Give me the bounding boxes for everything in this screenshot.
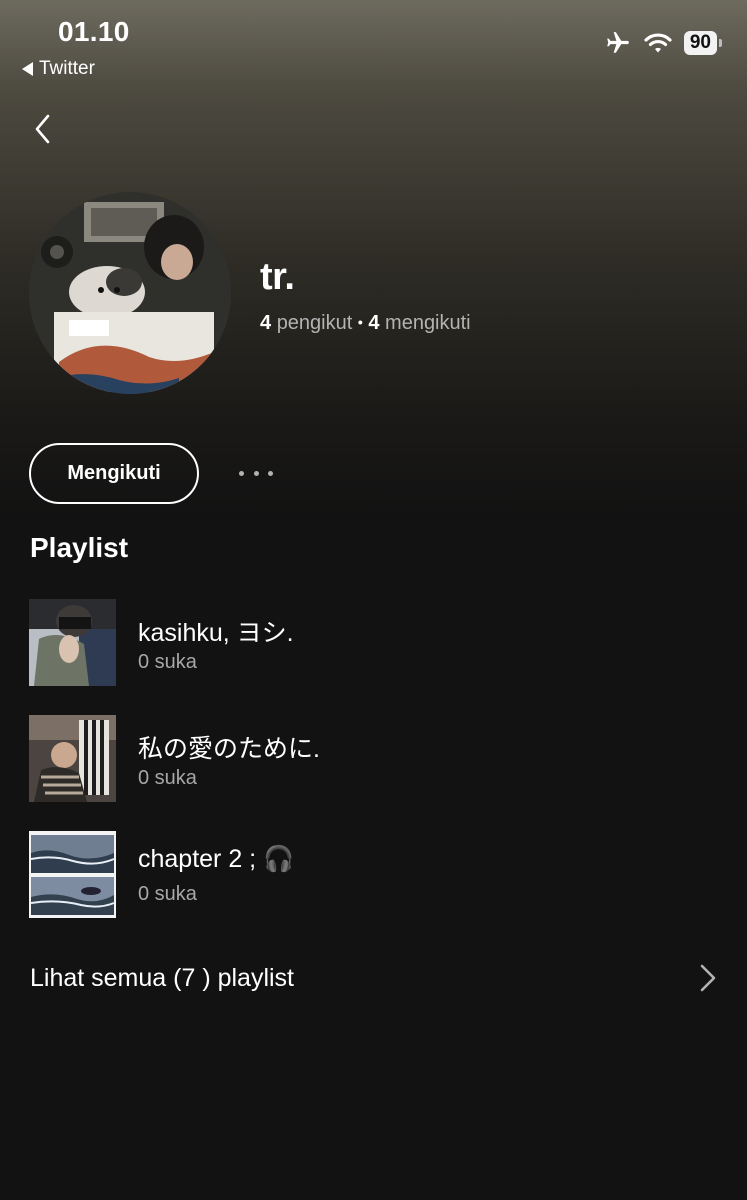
back-to-app-link[interactable]: Twitter — [22, 58, 95, 80]
playlist-likes: 0 suka — [138, 883, 197, 905]
battery-icon: 90 — [683, 31, 723, 55]
following-button[interactable]: Mengikuti — [29, 443, 199, 504]
back-button[interactable] — [28, 110, 68, 150]
status-icons: 90 — [604, 30, 723, 56]
wifi-icon — [644, 33, 672, 53]
airplane-icon — [607, 32, 629, 53]
following-count: 4 — [368, 312, 380, 334]
playlist-cover — [29, 715, 116, 802]
more-dots-icon — [268, 470, 273, 476]
playlist-likes: 0 suka — [138, 651, 197, 673]
playlist-item[interactable]: 私の愛のために. 0 suka — [29, 715, 719, 803]
profile-avatar — [29, 192, 231, 394]
playlist-cover — [29, 599, 116, 686]
profile-stats: 4 pengikut • 4 mengikuti — [260, 312, 471, 335]
more-options-button[interactable] — [236, 463, 276, 483]
playlist-item[interactable]: chapter 2 ; 🎧 0 suka — [29, 831, 719, 919]
more-dots-icon — [239, 470, 244, 476]
playlist-section-title: Playlist — [30, 532, 129, 563]
chevron-right-icon — [700, 964, 716, 992]
playlist-cover — [29, 831, 116, 918]
profile-name: tr. — [260, 256, 295, 298]
playlist-item[interactable]: kasihku, ヨシ. 0 suka — [29, 599, 719, 687]
playlist-name: 私の愛のために. — [138, 735, 320, 763]
back-triangle-icon — [22, 62, 33, 76]
followers-label[interactable]: pengikut — [277, 312, 353, 334]
more-dots-icon — [253, 470, 259, 476]
playlist-name: chapter 2 ; 🎧 — [138, 845, 295, 873]
following-label[interactable]: mengikuti — [385, 312, 471, 334]
status-time: 01.10 — [58, 16, 130, 47]
playlist-name: kasihku, ヨシ. — [138, 619, 294, 647]
back-app-label: Twitter — [39, 58, 95, 79]
see-all-playlists-row[interactable]: Lihat semua (7 ) playlist — [30, 958, 720, 998]
chevron-left-icon — [35, 114, 50, 144]
playlist-likes: 0 suka — [138, 767, 197, 789]
followers-count: 4 — [260, 312, 272, 334]
see-all-label: Lihat semua (7 ) playlist — [30, 963, 295, 992]
battery-level: 90 — [689, 32, 711, 53]
stats-separator: • — [357, 314, 363, 330]
